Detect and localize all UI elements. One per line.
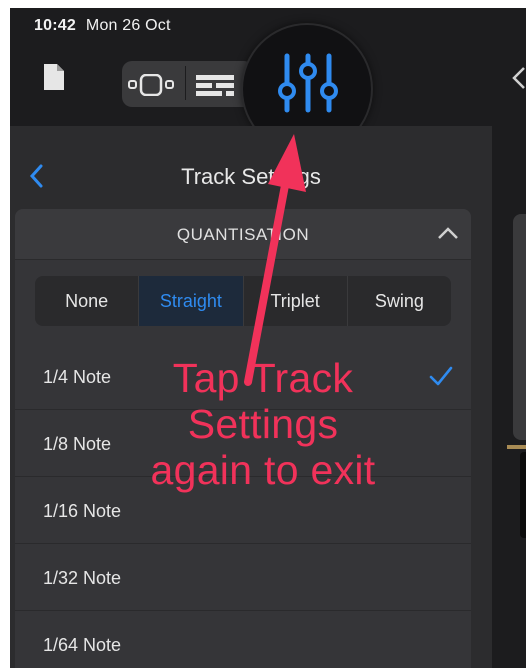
- annotation-arrow: [244, 134, 306, 386]
- annotation-line-2: Settings: [187, 401, 339, 447]
- annotation-line-3: again to exit: [150, 447, 376, 493]
- annotation-line-1: Tap Track: [172, 355, 354, 401]
- annotation-text: Tap Track Settings again to exit: [128, 355, 398, 493]
